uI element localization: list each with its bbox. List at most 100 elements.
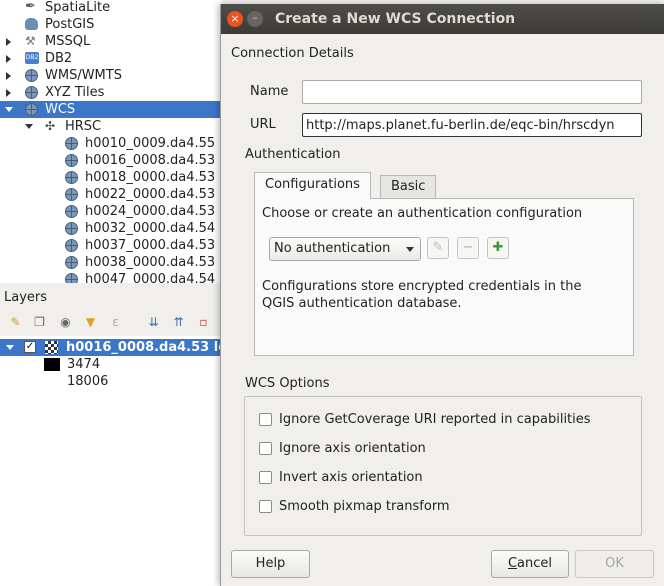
url-input[interactable] — [302, 113, 642, 137]
remove-layer-icon[interactable]: ▫ — [196, 315, 211, 330]
browser-item[interactable]: h0018_0000.da4.53 — [0, 169, 222, 186]
browser-item-label: MSSQL — [45, 34, 91, 49]
browser-item-label: SpatiaLite — [45, 0, 111, 15]
browser-item[interactable]: h0032_0000.da4.54 — [0, 220, 222, 237]
layers-panel-title: Layers — [4, 290, 48, 305]
expression-filter-icon[interactable]: ε — [108, 315, 123, 330]
layer-name: h0016_0008.da4.53 lo — [66, 340, 228, 355]
browser-item[interactable]: h0047_0000.da4.54 — [0, 271, 222, 283]
browser-item[interactable]: ✒ SpatiaLite — [0, 0, 222, 16]
browser-item[interactable]: XYZ Tiles — [0, 84, 222, 101]
browser-item[interactable]: h0016_0008.da4.53 — [0, 152, 222, 169]
elephant-icon — [25, 18, 38, 30]
chevron-down-icon[interactable] — [6, 345, 14, 350]
url-label: URL — [250, 117, 276, 132]
ignore-getcoverage-checkbox[interactable] — [259, 413, 272, 426]
auth-info-line2: QGIS authentication database. — [262, 296, 462, 311]
browser-item[interactable]: h0024_0000.da4.53 — [0, 203, 222, 220]
layer-row[interactable]: ✓ h0016_0008.da4.53 lo — [0, 339, 227, 356]
browser-item-label: XYZ Tiles — [45, 85, 105, 100]
smooth-pixmap-checkbox[interactable] — [259, 500, 272, 513]
chevron-right-icon[interactable] — [6, 38, 11, 46]
browser-item-label: h0037_0000.da4.53 — [85, 238, 216, 253]
globe-icon — [25, 86, 38, 99]
name-input[interactable] — [302, 80, 642, 104]
globe-icon — [65, 205, 78, 218]
add-auth-button[interactable]: ✚ — [487, 237, 509, 259]
browser-item-label: WMS/WMTS — [45, 68, 122, 83]
wcs-connection-dialog: × – Create a New WCS Connection Connecti… — [220, 4, 664, 586]
tab-basic[interactable]: Basic — [380, 175, 437, 198]
browser-panel: ✒ SpatiaLite PostGIS ⚒ MSSQL DB2 DB2 WMS/WMTS XY… — [0, 0, 222, 283]
close-button[interactable]: × — [227, 11, 243, 27]
browser-item-label: h0016_0008.da4.53 — [85, 153, 216, 168]
browser-item-label: WCS — [45, 102, 76, 117]
browser-item[interactable]: ⚒ MSSQL — [0, 33, 222, 50]
browser-item[interactable]: PostGIS — [0, 16, 222, 33]
cancel-mnemonic: C — [507, 556, 518, 571]
tab-configurations[interactable]: Configurations — [254, 172, 371, 199]
browser-item[interactable]: h0037_0000.da4.53 — [0, 237, 222, 254]
minimize-button[interactable]: – — [247, 11, 263, 27]
browser-item[interactable]: ✣ HRSC — [0, 118, 222, 135]
layers-list: ✓ h0016_0008.da4.53 lo 3474 18006 — [0, 336, 227, 586]
browser-item-label: h0010_0009.da4.55 — [85, 136, 216, 151]
collapse-all-icon[interactable]: ⇈ — [171, 315, 186, 330]
browser-item-label: h0047_0000.da4.54 — [85, 272, 216, 283]
globe-icon — [65, 171, 78, 184]
ignore-axis-checkbox[interactable] — [259, 442, 272, 455]
chevron-right-icon[interactable] — [6, 55, 11, 63]
remove-auth-button[interactable]: − — [457, 237, 479, 259]
layer-visibility-checkbox[interactable]: ✓ — [24, 341, 36, 353]
connection-details-heading: Connection Details — [231, 46, 354, 61]
chevron-right-icon[interactable] — [6, 89, 11, 97]
browser-item-label: h0024_0000.da4.53 — [85, 204, 216, 219]
edit-auth-button[interactable]: ✎ — [427, 237, 449, 259]
globe-icon — [25, 69, 38, 82]
invert-axis-checkbox[interactable] — [259, 471, 272, 484]
eye-icon[interactable]: ◉ — [58, 315, 73, 330]
paint-brush-icon[interactable]: ✎ — [8, 315, 23, 330]
globe-icon — [65, 273, 78, 283]
authentication-tabs: Configurations Basic Choose or create an… — [244, 172, 634, 358]
browser-item[interactable]: DB2 DB2 — [0, 50, 222, 67]
browser-item-label: h0038_0000.da4.53 — [85, 255, 216, 270]
layers-toolbar: ✎ ❐ ◉ ▼ ε ⇊ ⇈ ▫ — [0, 310, 222, 336]
hrsc-icon: ✣ — [45, 119, 56, 133]
expand-all-icon[interactable]: ⇊ — [146, 315, 161, 330]
browser-item-label: PostGIS — [45, 17, 95, 32]
feather-icon: ✒ — [25, 0, 36, 14]
browser-item[interactable]: h0038_0000.da4.53 — [0, 254, 222, 271]
dialog-title: Create a New WCS Connection — [275, 11, 516, 27]
browser-item-label: h0032_0000.da4.54 — [85, 221, 216, 236]
browser-item[interactable]: WCS — [0, 101, 222, 118]
auth-config-select[interactable]: No authentication — [269, 237, 421, 261]
globe-icon — [65, 239, 78, 252]
filter-icon[interactable]: ▼ — [83, 315, 98, 330]
invert-axis-label: Invert axis orientation — [279, 470, 423, 485]
browser-item[interactable]: h0010_0009.da4.55 — [0, 135, 222, 152]
globe-icon — [65, 256, 78, 269]
chevron-down-icon — [406, 247, 414, 252]
name-label: Name — [250, 84, 289, 99]
browser-item[interactable]: WMS/WMTS — [0, 67, 222, 84]
chevron-right-icon[interactable] — [6, 72, 11, 80]
legend-value-low: 18006 — [67, 374, 109, 389]
wcs-options-heading: WCS Options — [245, 376, 330, 391]
browser-item-label: h0018_0000.da4.53 — [85, 170, 216, 185]
ok-button[interactable]: OK — [575, 550, 654, 578]
chevron-down-icon[interactable] — [5, 107, 13, 112]
auth-config-value: No authentication — [274, 241, 391, 256]
add-group-icon[interactable]: ❐ — [32, 315, 47, 330]
dialog-titlebar: × – Create a New WCS Connection — [221, 4, 664, 34]
globe-icon — [25, 103, 38, 116]
configurations-pane: Choose or create an authentication confi… — [254, 198, 634, 356]
help-button[interactable]: Help — [231, 550, 310, 578]
ignore-axis-label: Ignore axis orientation — [279, 441, 426, 456]
browser-item[interactable]: h0022_0000.da4.53 — [0, 186, 222, 203]
browser-item-label: h0022_0000.da4.53 — [85, 187, 216, 202]
cancel-button[interactable]: Cancel — [491, 550, 569, 578]
authentication-heading: Authentication — [245, 147, 341, 162]
chevron-down-icon[interactable] — [25, 124, 33, 129]
globe-icon — [65, 222, 78, 235]
